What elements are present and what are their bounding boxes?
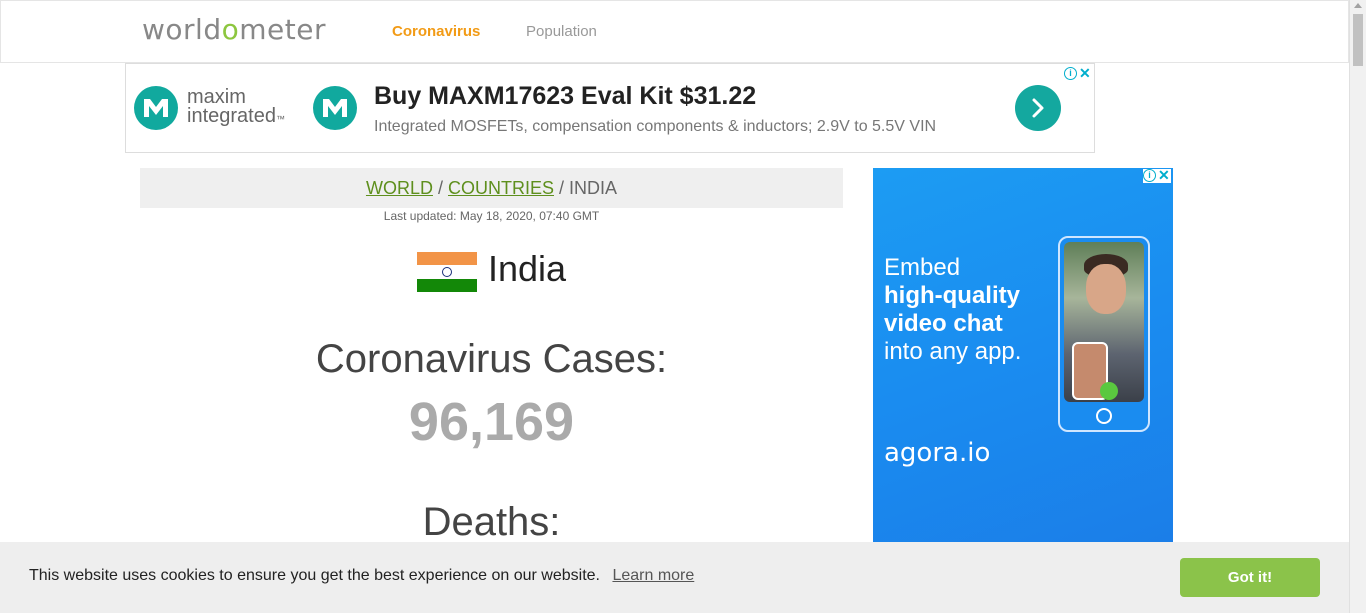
learn-more-link[interactable]: Learn more — [612, 567, 694, 584]
scrollbar-thumb[interactable] — [1353, 14, 1363, 66]
maxim-brand-text: maxim integrated™ — [187, 86, 285, 127]
breadcrumb-countries-link[interactable]: COUNTRIES — [448, 178, 554, 198]
close-ad-icon[interactable]: ✕ — [1158, 168, 1170, 184]
last-updated-text: Last updated: May 18, 2020, 07:40 GMT — [383, 209, 600, 223]
ad-tagline: Embed high-quality video chat into any a… — [884, 254, 1022, 365]
home-button-icon — [1096, 408, 1112, 424]
worldometer-logo[interactable]: worldometer — [142, 13, 326, 46]
breadcrumb-current: INDIA — [569, 178, 618, 198]
india-flag-icon — [417, 252, 477, 292]
cookie-banner: This website uses cookies to ensure you … — [0, 542, 1349, 613]
breadcrumb-world-link[interactable]: WORLD — [366, 178, 433, 198]
scroll-up-arrow-icon[interactable] — [1354, 3, 1362, 8]
maxim-logo-icon — [134, 86, 178, 130]
vertical-scrollbar[interactable] — [1349, 0, 1366, 613]
nav-population-link[interactable]: Population — [526, 23, 597, 40]
ad-description: Integrated MOSFETs, compensation compone… — [374, 118, 937, 135]
phone-illustration — [1058, 236, 1150, 432]
logo-o-mark: o — [221, 13, 240, 46]
breadcrumb: WORLD / COUNTRIES / INDIA — [140, 168, 843, 208]
top-banner-ad[interactable]: maxim integrated™ Buy MAXM17623 Eval Kit… — [125, 63, 1095, 153]
close-ad-icon[interactable]: ✕ — [1079, 65, 1091, 82]
accept-cookies-button[interactable]: Got it! — [1180, 558, 1320, 597]
cases-label: Coronavirus Cases: — [315, 337, 668, 381]
cookie-message: This website uses cookies to ensure you … — [29, 567, 600, 584]
page: worldometer Coronavirus Population maxim… — [0, 0, 1366, 613]
sidebar-ad[interactable]: i ✕ Embed high-quality video chat into a… — [873, 168, 1173, 542]
adchoices-icon[interactable]: i ✕ — [1143, 168, 1171, 184]
maxim-mark-icon — [313, 86, 357, 130]
video-call-image — [1064, 242, 1144, 402]
ad-arrow-button[interactable] — [1015, 85, 1061, 131]
country-title: India — [488, 248, 567, 289]
nav-coronavirus-link[interactable]: Coronavirus — [392, 23, 480, 40]
top-navbar: worldometer Coronavirus Population — [0, 0, 1349, 63]
agora-logo: agora.io — [884, 438, 991, 468]
cases-count: 96,169 — [408, 392, 575, 452]
deaths-label: Deaths: — [422, 500, 561, 544]
ad-headline[interactable]: Buy MAXM17623 Eval Kit $31.22 — [374, 82, 756, 111]
camera-icon — [1100, 382, 1118, 400]
adchoices-icon[interactable]: i ✕ — [1064, 65, 1092, 82]
